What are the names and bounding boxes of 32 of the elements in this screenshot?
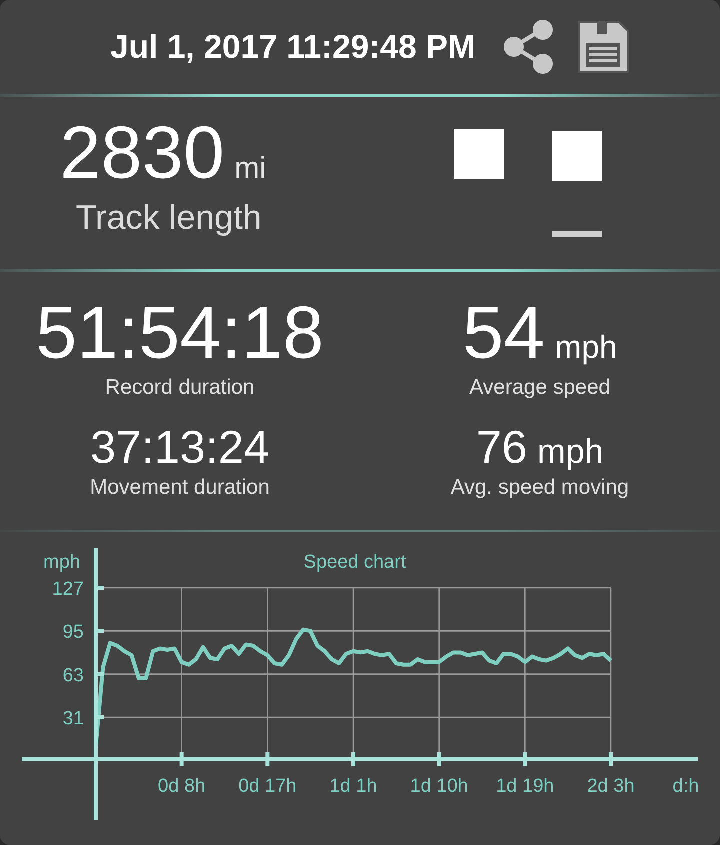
- x-tick-label: 1d 1h: [330, 776, 378, 797]
- bar-icon: [552, 231, 602, 237]
- unit-label: mph: [538, 433, 604, 472]
- track-length-value: 2830: [60, 111, 225, 195]
- y-tick-label: 127: [52, 579, 84, 600]
- blank-tile-icon: [454, 129, 504, 179]
- stat-value: 76: [476, 420, 528, 474]
- share-icon[interactable]: [504, 20, 554, 74]
- date-time-title: Jul 1, 2017 11:29:48 PM: [110, 28, 476, 66]
- stat-label: Average speed: [470, 376, 610, 400]
- save-icon[interactable]: [576, 19, 630, 75]
- stat-value: 54: [462, 292, 546, 374]
- x-tick-label: 1d 10h: [410, 776, 468, 797]
- stat-label: Avg. speed moving: [450, 476, 630, 500]
- stat-value: 51:54:18: [36, 292, 324, 374]
- y-tick-label: 31: [62, 708, 84, 730]
- x-tick-label: 0d 8h: [158, 776, 206, 797]
- chart-title: Speed chart: [304, 552, 406, 573]
- blank-tile-icon: [552, 131, 602, 181]
- y-axis-label: mph: [44, 552, 80, 573]
- stat-label: Movement duration: [90, 476, 270, 500]
- x-tick-label: 0d 17h: [238, 776, 297, 797]
- y-tick-label: 95: [62, 622, 84, 644]
- y-tick-label: 63: [62, 665, 84, 686]
- x-tick-label: 1d 19h: [496, 776, 554, 797]
- unit-label: mph: [555, 329, 618, 366]
- x-tick-label: 2d 3h: [587, 776, 635, 797]
- stat-value: 37:13:24: [90, 420, 270, 474]
- track-length-label: Track length: [76, 199, 262, 238]
- x-axis-label: d:h: [672, 776, 700, 797]
- unit-label: mi: [234, 152, 266, 186]
- stat-label: Record duration: [105, 376, 255, 400]
